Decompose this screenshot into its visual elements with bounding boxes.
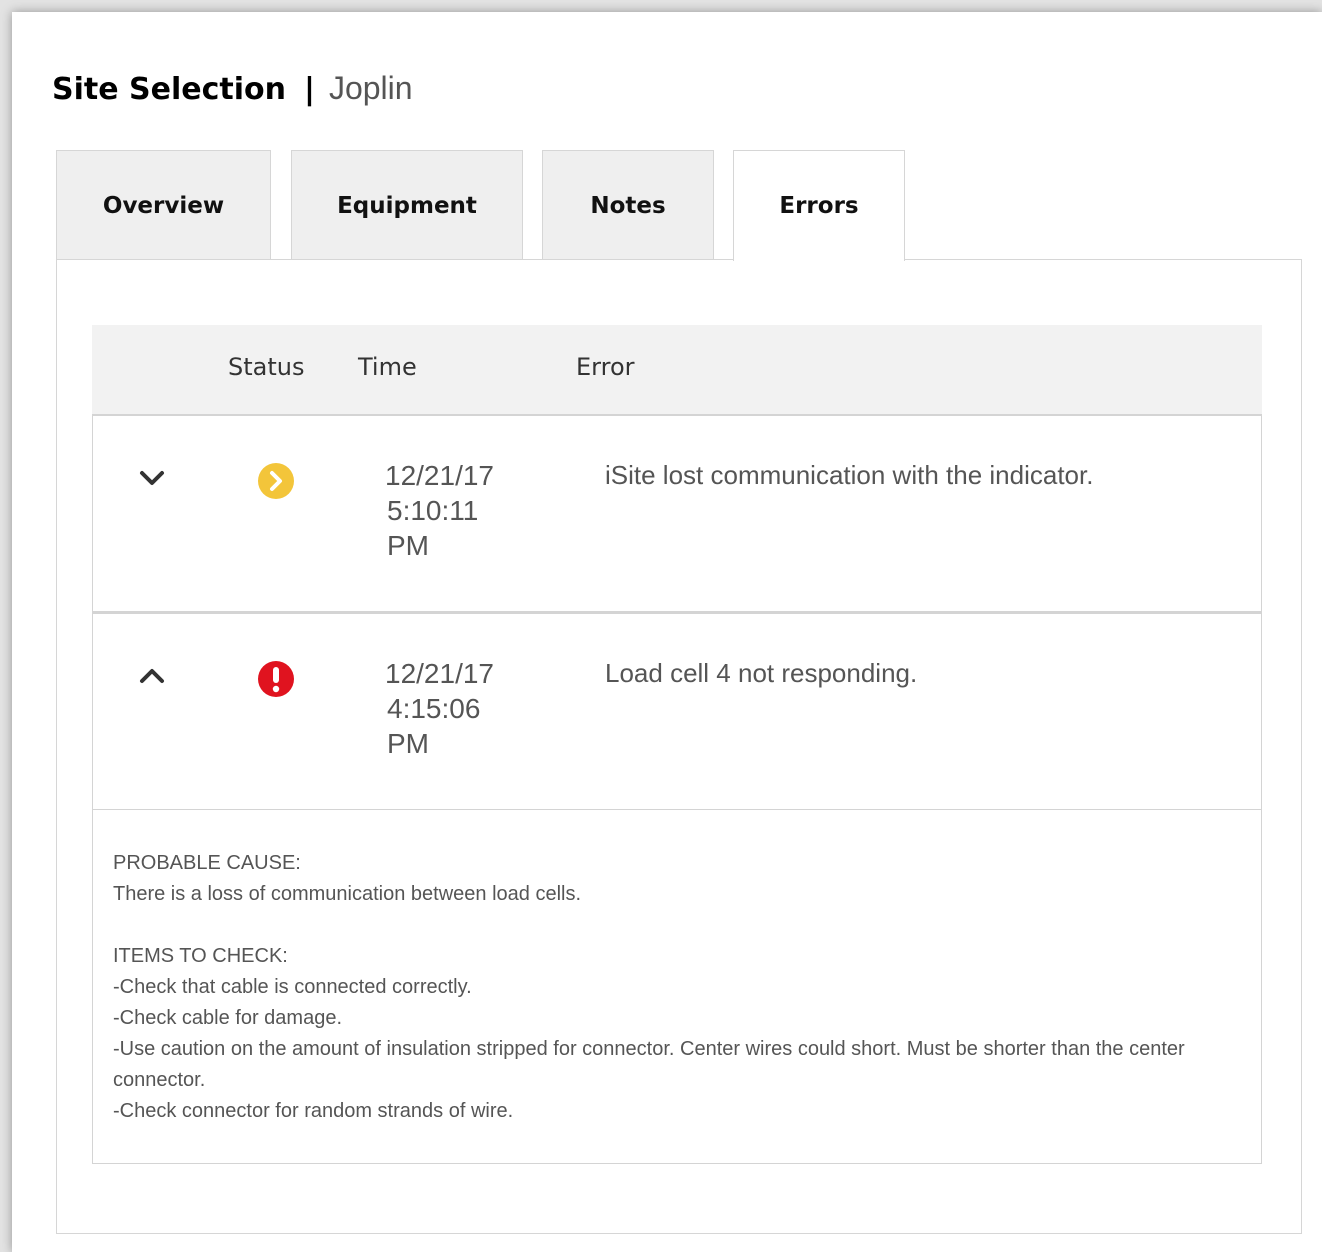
tab-equipment[interactable]: Equipment — [291, 150, 523, 260]
column-header-status: Status — [228, 353, 305, 381]
chevron-up-icon[interactable] — [139, 666, 165, 686]
page-title: Site Selection | Joplin — [52, 68, 413, 110]
error-details: PROBABLE CAUSE: There is a loss of commu… — [92, 810, 1262, 1164]
error-date: 12/21/17 — [385, 460, 494, 491]
error-ampm: PM — [387, 530, 429, 561]
error-message: Load cell 4 not responding. — [605, 658, 918, 688]
error-message: iSite lost communication with the indica… — [605, 460, 1094, 490]
error-time: 12/21/17 5:10:11 PM — [385, 458, 525, 563]
items-to-check-heading: ITEMS TO CHECK: — [113, 945, 288, 967]
tab-errors[interactable]: Errors — [733, 150, 905, 261]
probable-cause-heading: PROBABLE CAUSE: — [113, 852, 301, 874]
page-title-label: Site Selection — [52, 72, 286, 107]
error-date: 12/21/17 — [385, 658, 494, 689]
tab-equipment-label: Equipment — [337, 192, 477, 219]
tab-overview-label: Overview — [102, 192, 225, 219]
check-item: -Check connector for random strands of w… — [113, 1100, 514, 1122]
error-exclamation-icon — [258, 661, 294, 697]
error-time: 12/21/17 4:15:06 PM — [385, 656, 525, 761]
error-clock: 5:10:11 — [387, 495, 479, 526]
column-header-error: Error — [576, 353, 635, 381]
table-header: Status Time Error — [92, 325, 1262, 414]
check-item: -Use caution on the amount of insulation… — [113, 1038, 1185, 1091]
probable-cause-text: There is a loss of communication between… — [113, 883, 582, 905]
warning-arrow-icon — [258, 463, 294, 499]
title-separator: | — [303, 72, 315, 107]
error-clock: 4:15:06 — [387, 693, 481, 724]
tab-overview[interactable]: Overview — [56, 150, 271, 260]
tab-errors-label: Errors — [779, 193, 859, 219]
chevron-down-icon[interactable] — [139, 468, 165, 488]
table-row[interactable]: 12/21/17 5:10:11 PM iSite lost communica… — [92, 414, 1262, 612]
site-name: Joplin — [328, 70, 413, 106]
tab-notes[interactable]: Notes — [542, 150, 714, 260]
app-window: Site Selection | Joplin Overview Equipment… — [12, 12, 1322, 1252]
check-item: -Check cable for damage. — [113, 1007, 343, 1029]
table-row[interactable]: 12/21/17 4:15:06 PM Load cell 4 not resp… — [92, 612, 1262, 810]
tab-notes-label: Notes — [590, 192, 666, 219]
errors-table: Status Time Error 12/21/17 5:10:11 PM iS… — [92, 325, 1262, 1164]
column-header-time: Time — [358, 353, 417, 381]
check-item: -Check that cable is connected correctly… — [113, 976, 472, 998]
error-ampm: PM — [387, 728, 429, 759]
